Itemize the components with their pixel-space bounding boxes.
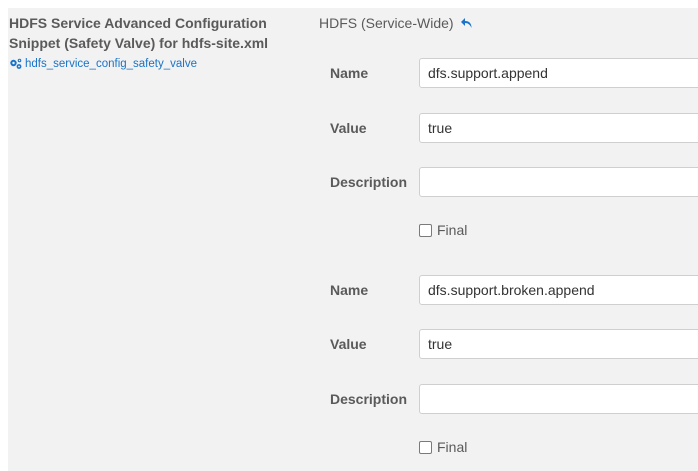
description-input-1[interactable]: [419, 167, 698, 197]
value-label-2: Value: [330, 336, 367, 352]
final-checkbox-2[interactable]: [419, 440, 432, 454]
description-label-2: Description: [330, 391, 408, 407]
final-checkbox-row-2[interactable]: Final: [419, 439, 467, 455]
description-input-2[interactable]: [419, 384, 698, 414]
value-input-1[interactable]: true: [419, 113, 698, 143]
value-input-2[interactable]: true: [419, 329, 698, 359]
final-label-1: Final: [437, 222, 468, 238]
value-label-1: Value: [330, 120, 367, 136]
scope-label: HDFS (Service-Wide): [319, 15, 454, 31]
final-checkbox-1[interactable]: [419, 223, 432, 237]
property-key-text[interactable]: hdfs_service_config_safety_valve: [25, 58, 197, 70]
name-label-1: Name: [330, 65, 369, 81]
description-label-1: Description: [330, 174, 408, 190]
property-title: HDFS Service Advanced Configuration Snip…: [9, 15, 269, 51]
final-label-2: Final: [437, 439, 468, 455]
scope-header: HDFS (Service-Wide): [319, 15, 474, 31]
name-input-1[interactable]: dfs.support.append: [419, 58, 698, 88]
undo-icon[interactable]: [460, 16, 474, 30]
name-label-2: Name: [330, 282, 369, 298]
gears-icon: [9, 58, 23, 70]
name-input-2[interactable]: dfs.support.broken.append: [419, 275, 698, 305]
final-checkbox-row-1[interactable]: Final: [419, 222, 467, 238]
property-key-link[interactable]: hdfs_service_config_safety_valve: [9, 58, 197, 70]
